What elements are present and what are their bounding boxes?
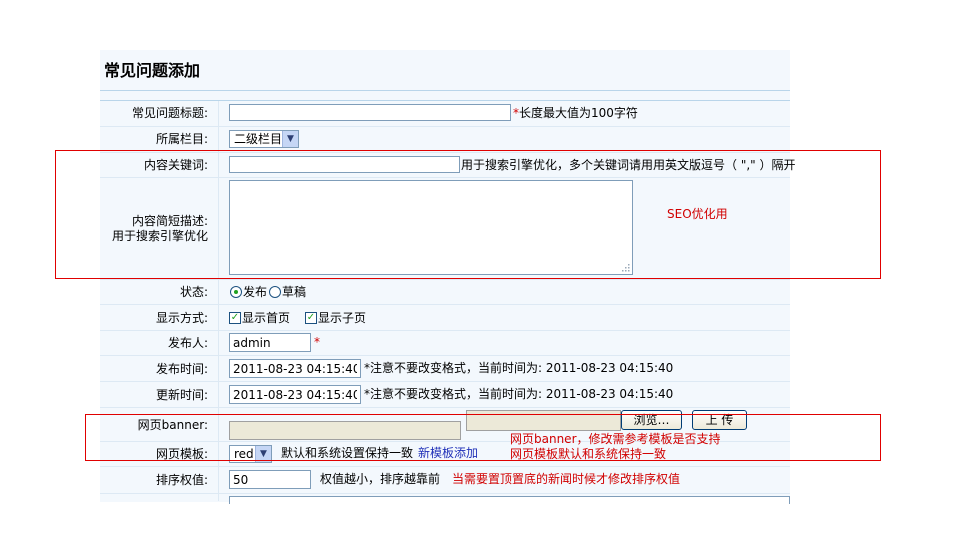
banner-annotation-line1: 网页banner，修改需参考模板是否支持 <box>510 432 721 446</box>
seo-annotation-box <box>55 150 881 279</box>
display-label: 显示方式: <box>155 311 208 325</box>
seo-annotation: SEO优化用 <box>667 207 728 221</box>
row-divider <box>100 466 790 467</box>
status-label: 状态: <box>179 285 208 299</box>
row-divider <box>100 126 790 127</box>
banner-annotation-line2: 网页模板默认和系统保持一致 <box>510 447 667 461</box>
display-sub-checkbox[interactable]: ✓ <box>305 312 317 324</box>
update-time-input[interactable] <box>229 385 361 404</box>
row-divider <box>100 279 790 280</box>
row-divider <box>100 381 790 382</box>
page-title: 常见问题添加 <box>104 61 201 80</box>
publish-time-hint: *注意不要改变格式，当前时间为: 2011-08-23 04:15:40 <box>364 361 674 375</box>
row-divider <box>100 330 790 331</box>
sort-annotation: 当需要置顶置底的新闻时候才修改排序权值 <box>452 472 681 486</box>
status-draft-label: 草稿 <box>282 285 307 299</box>
row-divider <box>100 304 790 305</box>
title-input[interactable] <box>229 104 511 121</box>
category-select-value: 二级栏目 <box>234 132 283 146</box>
update-time-label: 更新时间: <box>155 388 208 402</box>
display-home-checkbox[interactable]: ✓ <box>229 312 241 324</box>
status-publish-radio[interactable] <box>230 286 242 298</box>
publisher-label: 发布人: <box>167 336 208 350</box>
category-label: 所属栏目: <box>155 132 208 146</box>
publish-time-label: 发布时间: <box>155 362 208 376</box>
category-select[interactable]: 二级栏目 ▼ <box>229 130 299 148</box>
publisher-required-mark: * <box>314 335 320 349</box>
chevron-down-icon: ▼ <box>282 131 298 147</box>
publish-time-input[interactable] <box>229 359 361 378</box>
row-divider <box>100 493 790 494</box>
header-divider-2 <box>100 100 790 101</box>
row-divider <box>100 355 790 356</box>
next-field-partial <box>229 496 790 504</box>
banner-annotation-box <box>85 414 881 461</box>
status-publish-label: 发布 <box>243 285 268 299</box>
display-sub-label: 显示子页 <box>318 311 367 325</box>
sort-label: 排序权值: <box>155 473 208 487</box>
title-hint: *长度最大值为100字符 <box>513 106 638 120</box>
display-home-label: 显示首页 <box>242 311 291 325</box>
row-divider <box>100 407 790 408</box>
header-divider <box>100 90 790 91</box>
sort-input[interactable] <box>229 470 311 489</box>
publisher-input[interactable] <box>229 333 311 352</box>
update-time-hint: *注意不要改变格式，当前时间为: 2011-08-23 04:15:40 <box>364 387 674 401</box>
title-label: 常见问题标题: <box>131 106 208 120</box>
sort-hint: 权值越小，排序越靠前 <box>320 472 441 486</box>
status-draft-radio[interactable] <box>269 286 281 298</box>
